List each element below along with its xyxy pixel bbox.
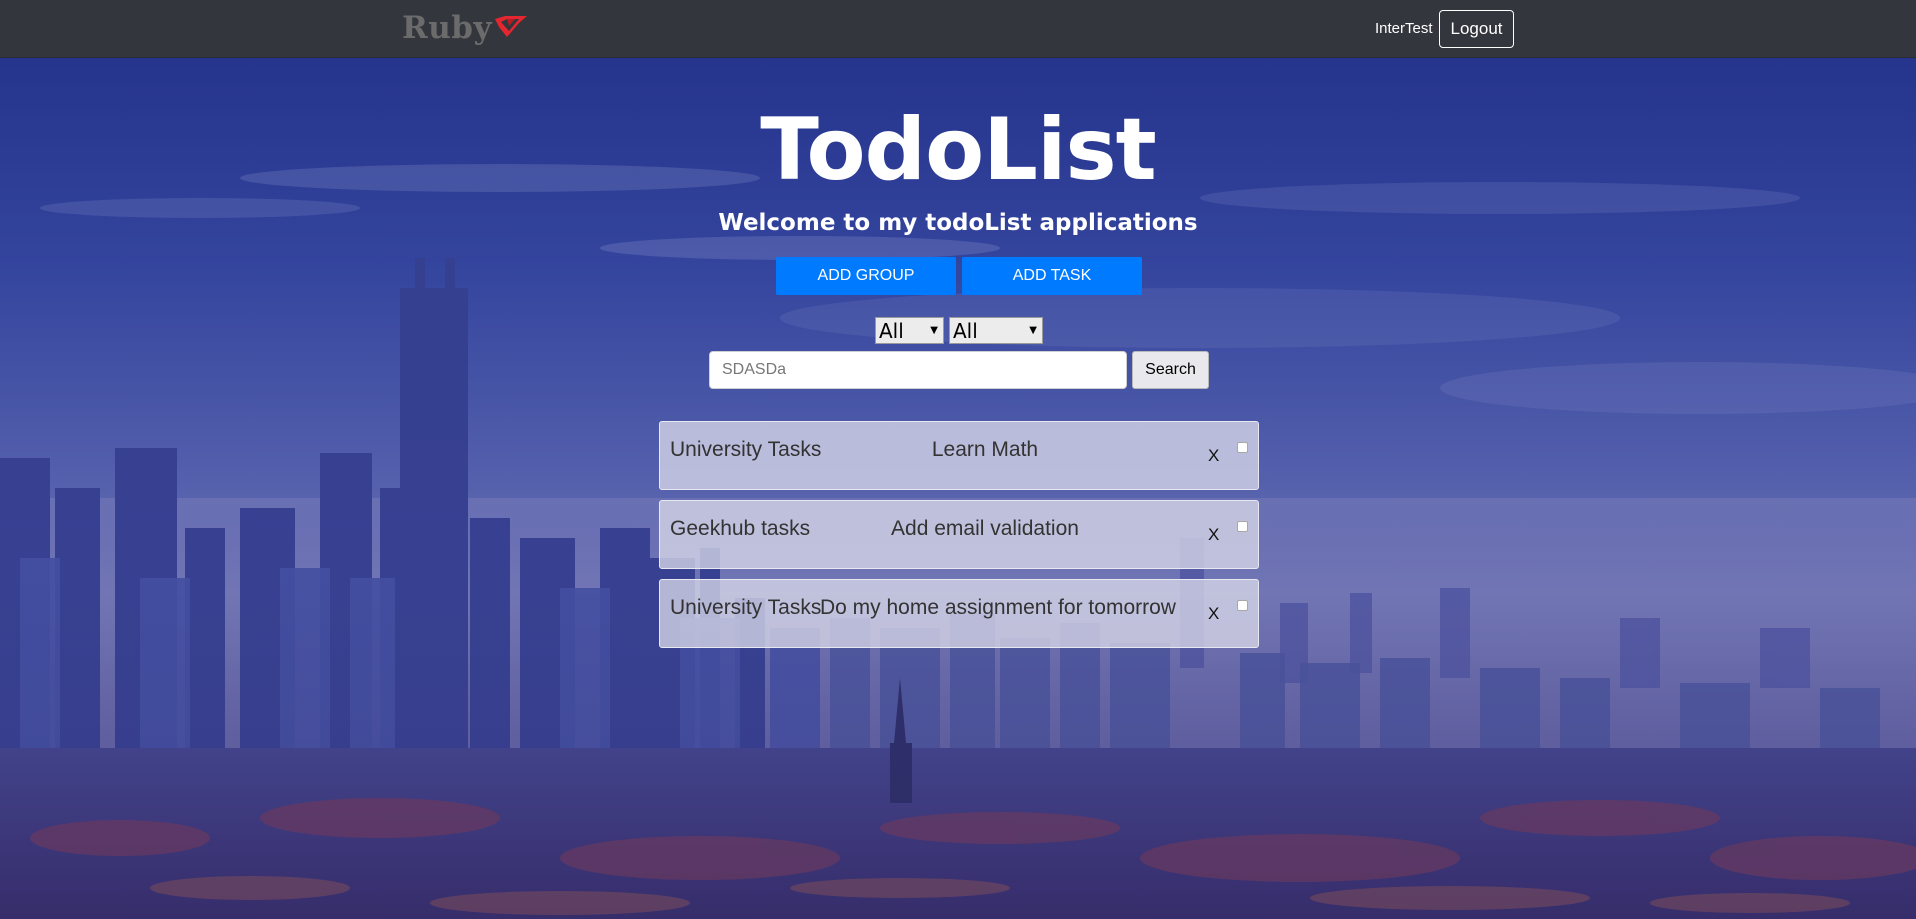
task-name: Do my home assignment for tomorrow bbox=[820, 596, 1176, 619]
ruby-logo[interactable]: Ruby bbox=[402, 8, 529, 48]
task-group-label: Geekhub tasks bbox=[670, 517, 811, 540]
add-task-button[interactable]: ADD TASK bbox=[962, 257, 1142, 295]
task-group-label: University Tasks bbox=[670, 596, 822, 619]
status-filter-select[interactable]: All ▼ bbox=[949, 317, 1043, 344]
task-name: Add email validation bbox=[891, 517, 1079, 540]
delete-task-button[interactable]: X bbox=[1208, 604, 1219, 624]
page-title: TodoList bbox=[760, 100, 1157, 200]
caret-down-icon: ▼ bbox=[1029, 325, 1037, 336]
task-done-checkbox[interactable] bbox=[1237, 442, 1248, 453]
group-filter-select[interactable]: All ▼ bbox=[875, 317, 944, 344]
logout-button[interactable]: Logout bbox=[1439, 10, 1514, 48]
navbar: Ruby InterTest Logout bbox=[0, 0, 1916, 58]
task-group-label: University Tasks bbox=[670, 438, 822, 461]
add-group-button[interactable]: ADD GROUP bbox=[776, 257, 956, 295]
ruby-gem-icon bbox=[495, 16, 527, 37]
nav-username[interactable]: InterTest bbox=[1375, 20, 1433, 37]
delete-task-button[interactable]: X bbox=[1208, 446, 1219, 466]
group-filter-value: All bbox=[879, 319, 904, 343]
search-input[interactable] bbox=[709, 351, 1127, 389]
task-item: University Tasks Learn Math X bbox=[659, 421, 1259, 490]
delete-task-button[interactable]: X bbox=[1208, 525, 1219, 545]
task-done-checkbox[interactable] bbox=[1237, 600, 1248, 611]
status-filter-value: All bbox=[953, 319, 978, 343]
search-button[interactable]: Search bbox=[1132, 351, 1209, 389]
task-item: Geekhub tasks Add email validation X bbox=[659, 500, 1259, 569]
task-list: University Tasks Learn Math X Geekhub ta… bbox=[659, 421, 1259, 658]
page-subtitle: Welcome to my todoList applications bbox=[718, 210, 1198, 236]
logo-text: Ruby bbox=[402, 10, 492, 46]
caret-down-icon: ▼ bbox=[930, 325, 938, 336]
task-done-checkbox[interactable] bbox=[1237, 521, 1248, 532]
task-name: Learn Math bbox=[931, 438, 1039, 461]
task-item: University Tasks Do my home assignment f… bbox=[659, 579, 1259, 648]
